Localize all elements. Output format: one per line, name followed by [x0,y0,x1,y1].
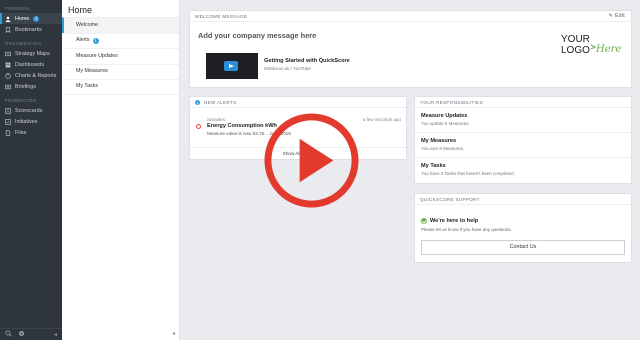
company-logo: YOUR LOGO Here [561,34,621,56]
video-thumbnail[interactable] [206,53,258,79]
subnav-item-measure-updates[interactable]: Measure Updates [62,48,179,64]
sidebar-item-label: Initiatives [15,118,38,125]
search-icon[interactable] [5,330,12,339]
section-organization: ORGANIZATION [5,41,41,46]
sidebar-item-scorecards[interactable]: Scorecards [0,105,62,116]
svg-text:LOGO: LOGO [561,45,590,56]
subnav-item-my-measures[interactable]: My Measures [62,63,179,80]
sidebar-item-label: Strategy Maps [15,50,50,57]
briefing-icon [5,84,11,90]
subnav-item-label: Alerts [76,37,90,43]
alerts-header: 1 NEW ALERTS [190,97,406,108]
sidebar-item-initiatives[interactable]: Initiatives [0,116,62,127]
home-badge: 1 [33,15,40,22]
contact-us-button[interactable]: Contact Us [421,240,625,255]
gear-icon[interactable] [18,330,25,339]
alert-group: Samples [207,117,225,122]
alerts-badge: 1 [92,37,99,44]
subnav-item-label: Measure Updates [76,52,118,59]
video-title[interactable]: Getting Started with QuickScore [264,58,350,64]
welcome-card: WELCOME MESSAGE ✎ Edit Add your company … [189,10,632,88]
main-content: WELCOME MESSAGE ✎ Edit Add your company … [181,0,640,340]
resp-sub: You update 6 Measures. [421,121,470,126]
resp-title: My Tasks [421,163,446,169]
chart-icon [5,72,11,79]
edit-button[interactable]: ✎ Edit [609,11,625,22]
initiative-icon [5,118,11,125]
user-icon [5,16,11,22]
edit-label: Edit [615,12,625,19]
support-header: QUICKSCORE SUPPORT [415,194,631,205]
subnav-item-welcome[interactable]: Welcome [62,17,179,33]
resp-my-tasks[interactable]: My Tasks You have 2 Tasks that haven't b… [415,158,631,183]
sidebar-item-strategy-maps[interactable]: Strategy Maps [0,48,62,59]
sidebar-item-label: Briefings [15,83,36,90]
resp-sub: You have 2 Tasks that haven't been compl… [421,171,515,176]
resp-my-measures[interactable]: My Measures You own 8 Measures. [415,133,631,158]
sidebar-item-label: Bookmarks [15,26,42,33]
resp-title: My Measures [421,138,457,144]
svg-text:Here: Here [595,44,621,55]
pencil-icon: ✎ [608,12,614,19]
video-source: intrafocus.uk / YouTube [264,66,311,71]
card-title: WELCOME MESSAGE [195,13,248,19]
support-title: We're here to help [430,218,479,224]
sidebar-item-home[interactable]: Home 1 [0,13,62,24]
collapse-sidebar-icon[interactable]: ◂ [54,331,57,338]
sidebar-item-briefings[interactable]: Briefings [0,81,62,92]
scorecard-icon [5,107,11,114]
section-personal: PERSONAL [5,6,31,11]
collapse-subnav-icon[interactable]: ◂ [172,330,175,337]
card-title: NEW ALERTS [204,99,237,105]
sidebar-item-label: Home [15,15,30,22]
resp-title: Measure Updates [421,113,468,119]
bookmark-icon [5,26,11,33]
subnav-item-label: My Tasks [76,83,98,89]
responsibilities-header: YOUR RESPONSIBILITIES [415,97,631,108]
subnav-item-my-tasks[interactable]: My Tasks [62,79,179,95]
sidebar-item-files[interactable]: Files [0,127,62,138]
alert-status-icon [196,124,201,129]
resp-measure-updates[interactable]: Measure Updates You update 6 Measures. [415,108,631,133]
map-icon [5,51,11,57]
resp-sub: You own 8 Measures. [421,146,465,151]
check-icon [421,218,427,224]
support-text: Please let us know if you have any quest… [421,227,512,232]
subnav-item-alerts[interactable]: Alerts 1 [62,32,179,49]
alert-time: a few seconds ago [362,117,401,122]
responsibilities-card: YOUR RESPONSIBILITIES Measure Updates Yo… [414,96,632,184]
sidebar-item-dashboards[interactable]: Dashboards [0,59,62,70]
section-foundation: FOUNDATION [5,98,37,103]
sidebar-item-label: Files [15,129,27,136]
company-message: Add your company message here [198,31,317,40]
subnav-item-label: My Measures [76,68,108,74]
sidebar-item-label: Dashboards [15,61,45,68]
sidebar-item-charts-reports[interactable]: Charts & Reports [0,70,62,81]
video-play-icon[interactable] [224,61,238,71]
sidebar-footer: ◂ [0,328,62,340]
support-card: QUICKSCORE SUPPORT We're here to help Pl… [414,193,632,263]
home-subnav: Home Welcome Alerts 1 Measure Updates My … [62,0,180,340]
file-icon [5,129,11,136]
svg-text:YOUR: YOUR [561,34,590,45]
welcome-header: WELCOME MESSAGE ✎ Edit [190,11,631,22]
sidebar-item-bookmarks[interactable]: Bookmarks [0,24,62,35]
main-sidebar: PERSONAL Home 1 Bookmarks ORGANIZATION S… [0,0,62,340]
subnav-item-label: Welcome [76,21,98,28]
page-title: Home [68,5,93,15]
sidebar-item-label: Charts & Reports [15,72,57,79]
dashboard-icon [5,62,11,68]
video-play-overlay-icon[interactable] [262,111,361,210]
sidebar-item-label: Scorecards [15,107,43,114]
alert-count-badge: 1 [195,99,200,105]
